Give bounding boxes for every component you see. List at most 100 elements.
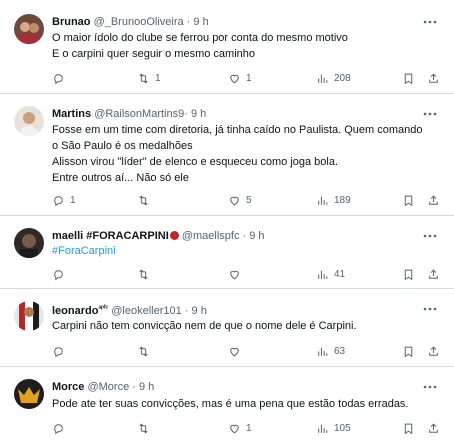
tweet-line: Fosse em um time com diretoria, já tinha… <box>52 124 423 136</box>
share-button[interactable] <box>427 192 440 208</box>
avatar[interactable] <box>14 106 44 136</box>
avatar[interactable] <box>14 228 44 258</box>
tweet-line: Pode ate ter suas convicções, mas é uma … <box>52 398 409 410</box>
timestamp[interactable]: 9 h <box>139 381 154 393</box>
tweet-text: Fosse em um time com diretoria, já tinha… <box>52 122 438 186</box>
tweet-line: o São Paulo é os medalhões <box>52 140 193 152</box>
bookmark-button[interactable] <box>402 420 415 436</box>
separator: · <box>132 381 136 393</box>
tweet[interactable]: maelli #FORACARPINI @maellspfc · 9 h #Fo… <box>0 216 454 289</box>
display-name-suffix: ᵃᵖᶠᶜ <box>98 305 109 312</box>
display-name[interactable]: maelli #FORACARPINI <box>52 230 169 242</box>
user-handle[interactable]: @maellspfc <box>182 230 240 242</box>
avatar[interactable] <box>14 301 44 331</box>
like-count: 1 <box>246 422 252 434</box>
more-icon[interactable] <box>422 380 438 394</box>
views-button[interactable]: 208 <box>316 70 351 86</box>
display-name[interactable]: Martins <box>52 108 91 120</box>
timestamp[interactable]: 9 h <box>193 16 208 28</box>
reply-icon <box>54 195 63 206</box>
user-handle[interactable]: @RailsonMartins9 <box>94 108 184 120</box>
reply-icon <box>54 423 63 434</box>
tweet-actions: 63 <box>52 343 444 359</box>
reply-button[interactable] <box>52 420 70 436</box>
tweet-header: Morce @Morce · 9 h <box>52 379 426 395</box>
retweet-button[interactable] <box>137 343 155 359</box>
display-name[interactable]: Morce <box>52 381 84 393</box>
more-icon[interactable] <box>422 107 438 121</box>
more-icon[interactable] <box>422 302 438 316</box>
views-button[interactable]: 63 <box>316 343 345 359</box>
retweet-button[interactable] <box>137 266 155 282</box>
separator: · <box>242 230 247 242</box>
like-button[interactable]: 5 <box>228 192 252 208</box>
display-name[interactable]: Brunao <box>52 16 91 28</box>
share-icon <box>429 194 438 205</box>
user-handle[interactable]: @_BrunooOliveira <box>94 16 184 28</box>
reply-button[interactable] <box>52 70 70 86</box>
tweet[interactable]: Brunao @_BrunooOliveira · 9 h O maior íd… <box>0 0 454 94</box>
bookmark-button[interactable] <box>402 192 415 208</box>
display-name[interactable]: leonardo <box>52 305 98 317</box>
tweet-header: Martins @RailsonMartins9· 9 h <box>52 106 426 122</box>
bookmark-button[interactable] <box>402 343 415 359</box>
bookmark-button[interactable] <box>402 70 415 86</box>
separator: · <box>186 16 191 28</box>
retweet-icon <box>139 422 148 434</box>
reply-icon <box>54 269 63 280</box>
tweet-actions: 1 1 208 <box>52 70 444 86</box>
bookmark-button[interactable] <box>402 266 415 282</box>
retweet-button[interactable]: 1 <box>137 70 161 86</box>
share-icon <box>429 422 438 433</box>
views-button[interactable]: 41 <box>316 266 345 282</box>
share-button[interactable] <box>427 70 440 86</box>
tweet-line: O maior ídolo do clube se ferrou por con… <box>52 32 348 44</box>
retweet-button[interactable] <box>137 420 155 436</box>
avatar[interactable] <box>14 14 44 44</box>
user-handle[interactable]: @leokeller101 <box>111 305 182 317</box>
tweet-line: Entre outros aí... Não só ele <box>52 172 189 184</box>
reply-button[interactable]: 1 <box>52 192 76 208</box>
tweet-header: maelli #FORACARPINI @maellspfc · 9 h <box>52 228 426 244</box>
user-handle[interactable]: @Morce <box>87 381 129 393</box>
more-icon[interactable] <box>422 229 438 243</box>
avatar[interactable] <box>14 379 44 409</box>
views-count: 105 <box>334 422 351 434</box>
like-button[interactable] <box>228 266 246 282</box>
share-button[interactable] <box>427 343 440 359</box>
like-button[interactable]: 1 <box>228 70 252 86</box>
reply-icon <box>54 346 63 357</box>
like-count: 5 <box>246 194 252 206</box>
heart-icon <box>230 424 239 433</box>
tweet-actions: 41 <box>52 266 444 282</box>
share-icon <box>429 72 438 83</box>
tweet[interactable]: Morce @Morce · 9 h Pode ate ter suas con… <box>0 367 454 445</box>
hashtag-link[interactable]: #ForaCarpini <box>52 243 438 259</box>
retweet-icon <box>139 72 148 84</box>
share-icon <box>429 268 438 279</box>
tweet-text: Carpini não tem convicção nem de que o n… <box>52 318 438 334</box>
heart-icon <box>230 74 239 83</box>
views-button[interactable]: 189 <box>316 192 351 208</box>
views-button[interactable]: 105 <box>316 420 351 436</box>
reply-button[interactable] <box>52 343 70 359</box>
retweet-button[interactable] <box>137 192 155 208</box>
separator: · <box>184 305 189 317</box>
share-button[interactable] <box>427 420 440 436</box>
share-button[interactable] <box>427 266 440 282</box>
timestamp[interactable]: 9 h <box>192 305 207 317</box>
tweet-text: Pode ate ter suas convicções, mas é uma … <box>52 396 438 412</box>
like-button[interactable] <box>228 343 246 359</box>
timestamp[interactable]: 9 h <box>191 108 206 120</box>
reply-feed: Brunao @_BrunooOliveira · 9 h O maior íd… <box>0 0 454 445</box>
retweet-icon <box>139 268 148 280</box>
reply-button[interactable] <box>52 266 70 282</box>
views-icon <box>318 424 328 433</box>
tweet[interactable]: leonardoᵃᵖᶠᶜ @leokeller101 · 9 h Carpini… <box>0 289 454 367</box>
like-button[interactable]: 1 <box>228 420 252 436</box>
retweet-count: 1 <box>155 72 161 84</box>
more-icon[interactable] <box>422 15 438 29</box>
separator: · <box>184 108 188 120</box>
tweet[interactable]: Martins @RailsonMartins9· 9 h Fosse em u… <box>0 94 454 216</box>
timestamp[interactable]: 9 h <box>249 230 264 242</box>
